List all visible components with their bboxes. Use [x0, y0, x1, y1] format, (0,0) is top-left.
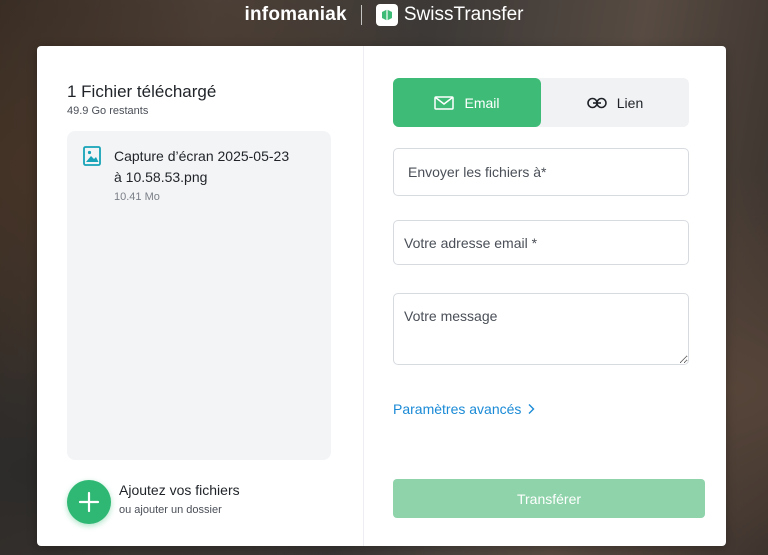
tab-link-label: Lien [616, 94, 644, 111]
tab-email[interactable]: Email [393, 78, 541, 127]
plus-icon [78, 491, 100, 513]
add-files-button[interactable] [67, 480, 111, 524]
top-brand-bar: infomaniak SwissTransfer [0, 0, 768, 30]
recipients-input[interactable] [393, 148, 689, 196]
add-folder-link[interactable]: ou ajouter un dossier [119, 504, 222, 516]
sender-email-input[interactable] [393, 220, 689, 265]
swisstransfer-label: SwissTransfer [403, 4, 524, 25]
chevron-right-icon [528, 404, 535, 414]
swisstransfer-logo[interactable]: SwissTransfer [375, 4, 524, 26]
infomaniak-logo[interactable]: infomaniak [245, 4, 347, 26]
file-size: 10.41 Mo [114, 191, 160, 203]
file-list: Capture d’écran 2025-05-23 à 10.58.53.pn… [67, 131, 331, 460]
tab-email-label: Email [464, 94, 500, 111]
advanced-settings-label: Paramètres avancés [393, 401, 522, 417]
mail-icon [434, 95, 455, 110]
storage-remaining: 49.9 Go restants [67, 105, 149, 117]
transfer-card: 1 Fichier téléchargé 49.9 Go restants Ca… [37, 46, 726, 546]
image-file-icon [83, 146, 101, 171]
files-title: 1 Fichier téléchargé [67, 82, 217, 101]
brand-separator [360, 5, 362, 25]
panel-divider [363, 46, 364, 546]
transfer-mode-tabs: Email Lien [393, 78, 689, 127]
swisstransfer-icon [375, 4, 398, 26]
message-textarea[interactable] [393, 293, 689, 365]
add-files-label[interactable]: Ajoutez vos fichiers [119, 482, 240, 498]
advanced-settings-link[interactable]: Paramètres avancés [393, 401, 535, 417]
file-name: Capture d’écran 2025-05-23 à 10.58.53.pn… [114, 148, 290, 185]
transfer-button[interactable]: Transférer [393, 479, 705, 518]
tab-link[interactable]: Lien [541, 78, 689, 127]
link-icon [586, 97, 607, 108]
